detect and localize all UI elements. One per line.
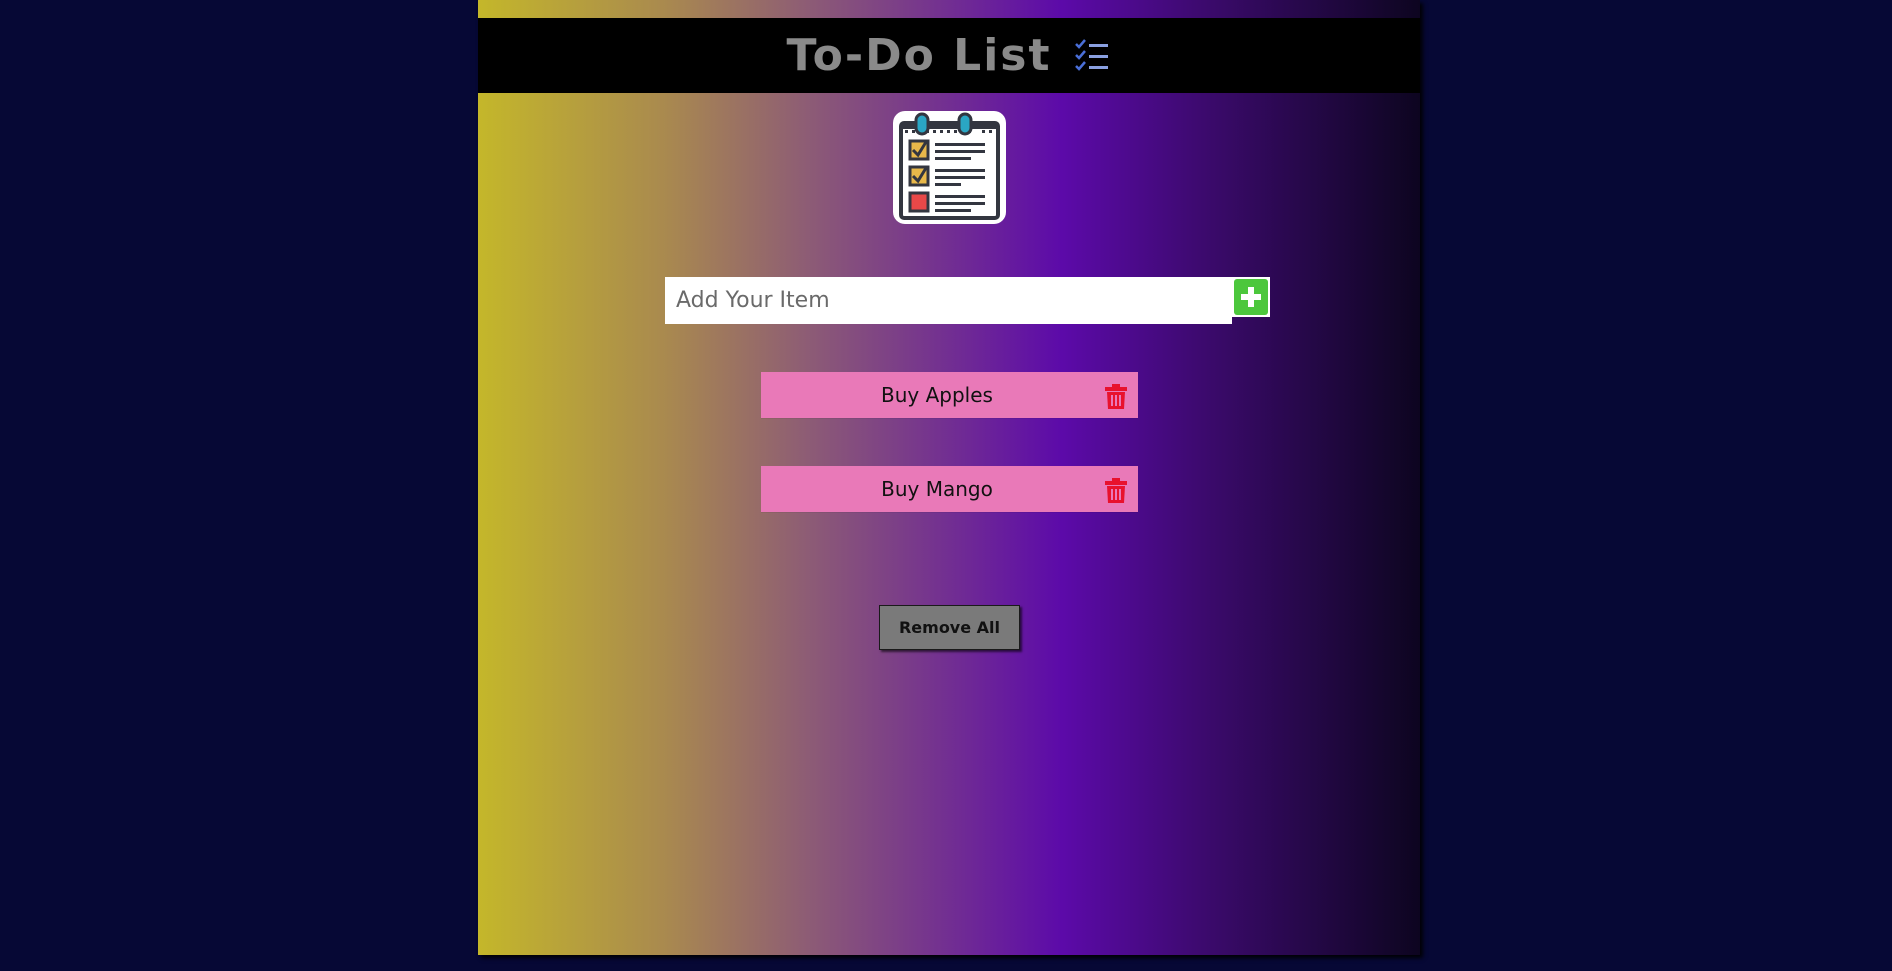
todo-item-label: Buy Mango — [881, 477, 993, 501]
trash-icon[interactable] — [1105, 384, 1127, 409]
add-item-button[interactable] — [1232, 277, 1270, 317]
todo-item-label: Buy Apples — [881, 383, 993, 407]
todo-item: Buy Apples — [761, 372, 1138, 418]
todo-app-panel: To-Do List Add Your Item Buy Apples Buy … — [478, 0, 1420, 955]
trash-icon[interactable] — [1105, 478, 1127, 503]
app-header: To-Do List — [478, 18, 1420, 93]
add-item-input[interactable] — [665, 277, 1232, 324]
checklist-icon — [1074, 38, 1108, 71]
remove-all-button[interactable]: Remove All — [879, 605, 1020, 650]
page-title: To-Do List — [786, 30, 1052, 81]
add-item-row — [665, 277, 1289, 324]
todo-item: Buy Mango — [761, 466, 1138, 512]
todo-list: Buy Apples Buy Mango — [761, 372, 1138, 560]
plus-icon — [1234, 279, 1268, 315]
notepad-checklist-icon — [893, 111, 1006, 224]
top-gradient-strip — [478, 0, 1420, 18]
